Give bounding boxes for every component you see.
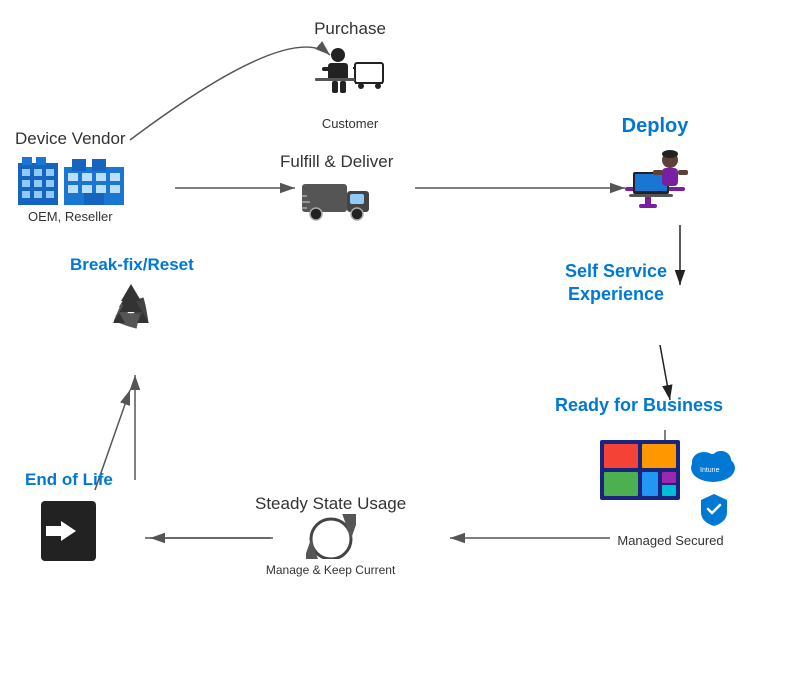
ready-for-business-node: Ready for Business bbox=[555, 395, 723, 420]
managed-label: Managed Secured bbox=[617, 533, 723, 548]
self-service-label: Self ServiceExperience bbox=[565, 260, 667, 307]
purchase-sublabel: Customer bbox=[322, 116, 378, 131]
shield-icon bbox=[699, 492, 729, 527]
steady-state-node: Steady State Usage Manage & Keep Current bbox=[255, 490, 406, 577]
building1-icon bbox=[16, 155, 60, 205]
fulfill-label: Fulfill & Deliver bbox=[280, 152, 393, 172]
self-service-node: Self ServiceExperience bbox=[565, 260, 667, 311]
truck-icon bbox=[302, 176, 372, 221]
deploy-label: Deploy bbox=[622, 115, 689, 138]
purchase-node: Purchase Customer bbox=[310, 15, 390, 131]
deploy-node: Deploy bbox=[615, 115, 695, 212]
exit-icon bbox=[36, 496, 101, 566]
fulfill-deliver-node: Fulfill & Deliver bbox=[280, 148, 393, 221]
managed-secured-node: Intune Managed Secured bbox=[600, 440, 741, 548]
recycle-icon bbox=[99, 279, 164, 344]
purchase-icon bbox=[310, 43, 390, 112]
cloud-shield-group: Intune bbox=[686, 440, 741, 527]
purchase-label: Purchase bbox=[314, 19, 386, 39]
ready-label: Ready for Business bbox=[555, 395, 723, 416]
manage-keep-current-label: Manage & Keep Current bbox=[266, 563, 395, 577]
cloud-intune-icon: Intune bbox=[686, 440, 741, 490]
vendor-sublabel: OEM, Reseller bbox=[28, 209, 113, 224]
steady-state-label: Steady State Usage bbox=[255, 494, 406, 514]
building2-icon bbox=[64, 155, 124, 205]
deploy-icon bbox=[615, 142, 695, 212]
managed-icons: Intune bbox=[600, 440, 741, 527]
sync-icon bbox=[306, 514, 356, 559]
windows-icon bbox=[600, 440, 680, 500]
svg-text:Intune: Intune bbox=[700, 467, 720, 474]
end-of-life-node: End of Life bbox=[25, 470, 113, 566]
device-vendor-label: Device Vendor bbox=[15, 129, 126, 149]
vendor-icons bbox=[16, 155, 124, 205]
break-fix-node: Break-fix/Reset bbox=[70, 255, 194, 344]
device-vendor-node: Device Vendor bbox=[15, 125, 126, 224]
break-fix-label: Break-fix/Reset bbox=[70, 255, 194, 275]
lifecycle-diagram: Purchase Customer Device bbox=[0, 0, 792, 678]
end-of-life-label: End of Life bbox=[25, 470, 113, 490]
